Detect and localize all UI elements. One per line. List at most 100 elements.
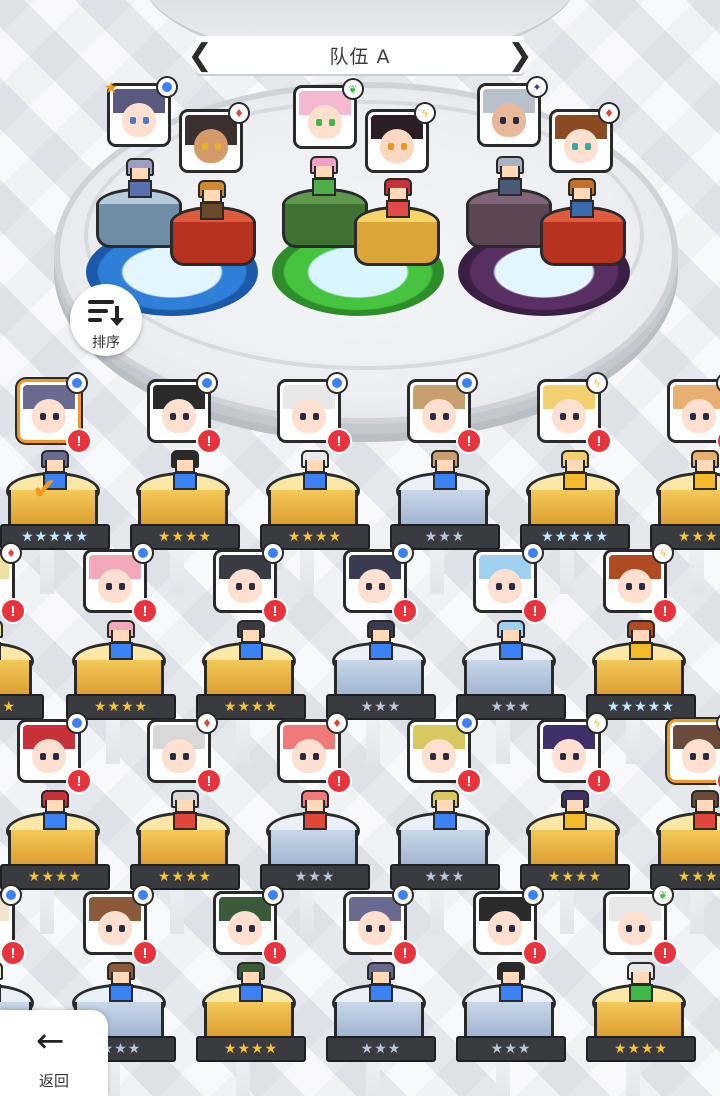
hero-pedestal[interactable]: ★★★★ xyxy=(260,450,370,550)
hero-portrait[interactable]: ! xyxy=(410,374,482,454)
hero-pedestal[interactable]: ★★★★ xyxy=(66,620,176,720)
hero-pedestal[interactable]: ★★★ xyxy=(456,962,566,1062)
hero-face xyxy=(283,725,335,777)
team-hero-sprite[interactable] xyxy=(494,156,524,196)
team-hero-portrait[interactable]: ♦ xyxy=(182,104,248,170)
team-hero-sprite[interactable] xyxy=(566,178,596,218)
light-element-icon: ϟ xyxy=(588,714,606,732)
hero-pedestal[interactable]: ★★★★ xyxy=(0,790,110,890)
hero-portrait[interactable]: ! xyxy=(346,544,418,624)
hero-portrait[interactable]: ϟ! xyxy=(606,544,678,624)
hero-portrait[interactable]: ! xyxy=(280,374,352,454)
next-team-arrow[interactable]: ❯ xyxy=(507,34,532,76)
hero-pedestal[interactable]: ★★★★★ xyxy=(520,450,630,550)
hero-pedestal[interactable]: ★★★★ xyxy=(196,962,306,1062)
team-hero-portrait[interactable]: ♦ xyxy=(552,104,618,170)
hero-face xyxy=(23,385,75,437)
prev-team-arrow[interactable]: ❮ xyxy=(187,34,213,76)
hero-portrait[interactable]: ♦! xyxy=(280,714,352,794)
alert-badge: ! xyxy=(652,940,678,966)
hero-sprite xyxy=(429,450,459,490)
hero-pedestal[interactable]: ★★★ xyxy=(260,790,370,890)
water-element-icon xyxy=(458,714,476,732)
alert-badge: ! xyxy=(196,768,222,794)
team-hero-portrait[interactable]: ✦ xyxy=(480,78,546,144)
team-hero-portrait[interactable]: ❦ xyxy=(296,80,362,146)
hero-face xyxy=(413,725,465,777)
hero-pedestal[interactable]: ★★★★ xyxy=(586,962,696,1062)
light-element-icon: ϟ xyxy=(654,544,672,562)
water-element-icon xyxy=(524,544,542,562)
team-hero-sprite[interactable] xyxy=(196,180,226,220)
hero-face xyxy=(89,555,141,607)
team-hero-portrait[interactable]: ϟ xyxy=(368,104,434,170)
hero-portrait[interactable]: ! xyxy=(476,544,548,624)
hero-portrait[interactable]: ! xyxy=(216,886,288,966)
water-element-icon xyxy=(458,374,476,392)
hero-portrait[interactable]: ϟ! xyxy=(540,374,612,454)
bolt-icon: ϟ xyxy=(416,104,434,122)
hero-portrait[interactable]: ♦! xyxy=(670,714,720,794)
hero-portrait[interactable]: ! xyxy=(410,714,482,794)
hero-face xyxy=(479,555,531,607)
hero-portrait[interactable]: ! xyxy=(476,886,548,966)
hero-portrait[interactable]: ! xyxy=(86,544,158,624)
water-element-icon xyxy=(524,886,542,904)
hero-face xyxy=(413,385,465,437)
hero-sprite xyxy=(365,962,395,1002)
hero-sprite xyxy=(235,620,265,660)
alert-badge: ! xyxy=(456,768,482,794)
droplet-icon xyxy=(158,78,176,96)
chevron-left-icon: ❮ xyxy=(187,37,213,73)
hero-pedestal[interactable]: ✔ ★★★★★ xyxy=(0,450,110,550)
hero-sprite xyxy=(365,620,395,660)
hero-pedestal[interactable]: ★★★★ xyxy=(130,790,240,890)
nature-element-icon: ❦ xyxy=(654,886,672,904)
hero-pedestal[interactable]: ★★★ xyxy=(326,962,436,1062)
hero-sprite xyxy=(559,790,589,830)
alert-badge: ! xyxy=(262,598,288,624)
hero-pedestal[interactable]: ★★★★★ xyxy=(586,620,696,720)
hero-pedestal[interactable]: ★★★★ xyxy=(130,450,240,550)
hero-pedestal[interactable]: ★★★★ xyxy=(196,620,306,720)
team-hero-sprite[interactable] xyxy=(308,156,338,196)
hero-sprite xyxy=(495,962,525,1002)
hero-portrait[interactable]: ♦! xyxy=(150,714,222,794)
hero-portrait[interactable]: ! xyxy=(150,374,222,454)
hero-pedestal[interactable]: ★★★★ xyxy=(0,620,44,720)
water-element-icon xyxy=(68,714,86,732)
hero-pedestal[interactable]: ★★★ xyxy=(456,620,566,720)
hero-pedestal[interactable]: ★★★ xyxy=(390,450,500,550)
hero-portrait[interactable]: ! xyxy=(20,374,92,454)
hero-face xyxy=(543,725,595,777)
checkmark-icon: ✔ xyxy=(32,472,58,507)
sort-button[interactable]: 排序 xyxy=(70,284,142,356)
hero-sprite xyxy=(105,620,135,660)
hero-pedestal[interactable]: ★★★ xyxy=(326,620,436,720)
hero-pedestal[interactable]: ★★★★ xyxy=(520,790,630,890)
hero-portrait[interactable]: ! xyxy=(216,544,288,624)
hero-pedestal[interactable]: ★★★ xyxy=(390,790,500,890)
team-hero-sprite[interactable] xyxy=(382,178,412,218)
hero-portrait[interactable]: ♦! xyxy=(0,544,26,624)
fire-diamond-icon: ♦ xyxy=(600,104,618,122)
hero-portrait[interactable]: ϟ! xyxy=(670,374,720,454)
hero-sprite xyxy=(299,450,329,490)
hero-portrait[interactable]: ϟ! xyxy=(540,714,612,794)
back-button[interactable]: ← 返回 xyxy=(0,1010,108,1096)
fire-element-icon: ♦ xyxy=(198,714,216,732)
game-stage: ★ ♦ ❦ ϟ ✦ ♦ 队伍 A ❮ ❯ 排序 ✔ ★★★★★! ★★★★! ★★★ xyxy=(0,0,720,1096)
hero-portrait[interactable]: ! xyxy=(346,886,418,966)
hero-sprite xyxy=(559,450,589,490)
team-hero-portrait[interactable]: ★ xyxy=(104,78,176,144)
hero-portrait[interactable]: ! xyxy=(0,886,26,966)
hero-sprite xyxy=(689,790,719,830)
alert-badge: ! xyxy=(326,768,352,794)
hero-pedestal[interactable]: ★★★★ xyxy=(650,450,720,550)
hero-portrait[interactable]: ❦! xyxy=(606,886,678,966)
team-hero-sprite[interactable] xyxy=(124,158,154,198)
hero-portrait[interactable]: ! xyxy=(20,714,92,794)
hero-pedestal[interactable]: ★★★★ xyxy=(650,790,720,890)
alert-badge: ! xyxy=(586,768,612,794)
hero-portrait[interactable]: ! xyxy=(86,886,158,966)
